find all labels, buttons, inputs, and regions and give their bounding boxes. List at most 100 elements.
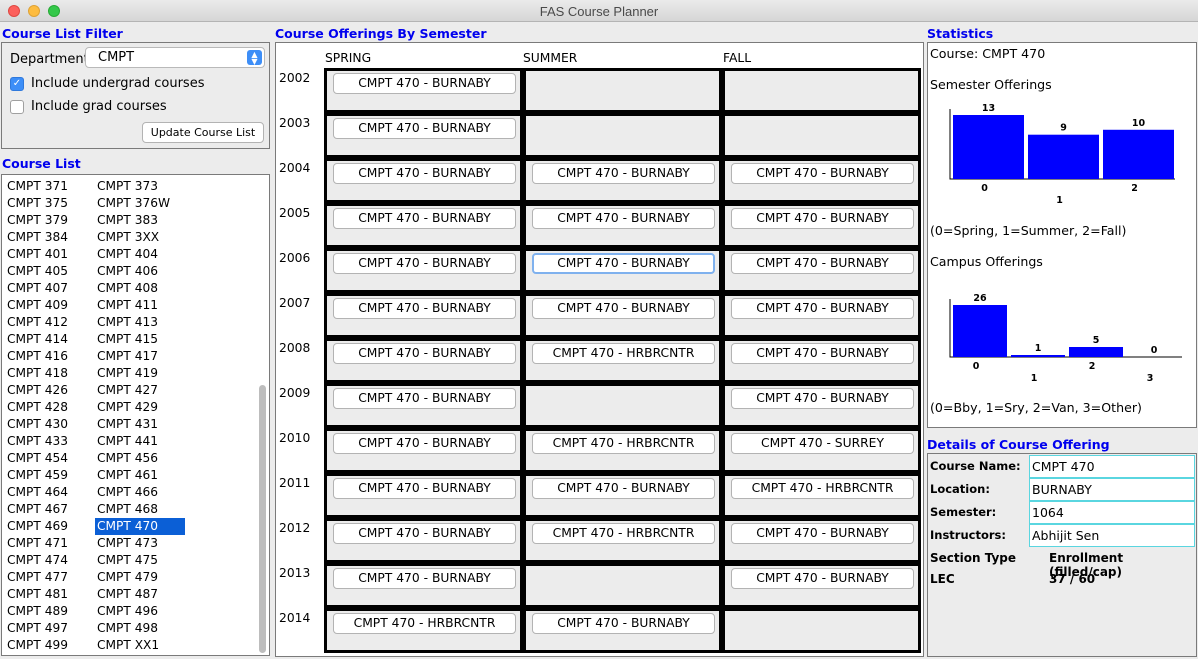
course-list-item[interactable]: CMPT 461 <box>95 467 185 484</box>
course-list-item[interactable]: CMPT 416 <box>5 348 95 365</box>
course-list-item[interactable]: CMPT 466 <box>95 484 185 501</box>
course-list-item[interactable]: CMPT 418 <box>5 365 95 382</box>
offering-button[interactable]: CMPT 470 - HRBRCNTR <box>532 433 715 454</box>
course-list-item[interactable]: CMPT 430 <box>5 416 95 433</box>
course-list-item[interactable]: CMPT 459 <box>5 467 95 484</box>
course-list-item[interactable]: CMPT 405 <box>5 263 95 280</box>
course-list-item[interactable]: CMPT 431 <box>95 416 185 433</box>
course-name-field[interactable]: CMPT 470 <box>1029 455 1195 478</box>
offering-button[interactable]: CMPT 470 - BURNABY <box>333 568 516 589</box>
offering-button[interactable]: CMPT 470 - BURNABY <box>532 478 715 499</box>
course-list-item[interactable]: CMPT 419 <box>95 365 185 382</box>
offering-button[interactable]: CMPT 470 - BURNABY <box>333 253 516 274</box>
course-list-item[interactable]: CMPT 427 <box>95 382 185 399</box>
course-list-item[interactable]: CMPT 401 <box>5 246 95 263</box>
course-list-item[interactable]: CMPT 474 <box>5 552 95 569</box>
offering-button[interactable]: CMPT 470 - BURNABY <box>731 343 914 364</box>
course-list-item[interactable]: CMPT 468 <box>95 501 185 518</box>
course-list-item[interactable]: CMPT 433 <box>5 433 95 450</box>
course-list-item[interactable]: CMPT 441 <box>95 433 185 450</box>
course-list-item[interactable]: CMPT 384 <box>5 229 95 246</box>
course-list-item[interactable]: CMPT 429 <box>95 399 185 416</box>
course-list-item[interactable]: CMPT 406 <box>95 263 185 280</box>
course-list-item[interactable]: CMPT 499 <box>5 637 95 654</box>
offering-button[interactable]: CMPT 470 - BURNABY <box>731 208 914 229</box>
course-list-item[interactable]: CMPT 470 <box>95 518 185 535</box>
course-list-item[interactable]: CMPT 375 <box>5 195 95 212</box>
undergrad-checkbox[interactable]: ✓ Include undergrad courses <box>10 76 204 91</box>
offering-button[interactable]: CMPT 470 - BURNABY <box>333 478 516 499</box>
course-list-item[interactable]: CMPT 456 <box>95 450 185 467</box>
offering-button[interactable]: CMPT 470 - BURNABY <box>532 298 715 319</box>
offering-button[interactable]: CMPT 470 - BURNABY <box>532 163 715 184</box>
offering-button[interactable]: CMPT 470 - HRBRCNTR <box>532 343 715 364</box>
offering-button[interactable]: CMPT 470 - BURNABY <box>333 118 516 139</box>
course-list-item[interactable]: CMPT 473 <box>95 535 185 552</box>
course-list-item[interactable]: CMPT 371 <box>5 178 95 195</box>
department-select[interactable]: CMPT ▲ ▼ <box>85 47 265 68</box>
course-list-item[interactable]: CMPT 407 <box>5 280 95 297</box>
bar-value-label: 5 <box>1093 335 1100 346</box>
offering-button[interactable]: CMPT 470 - BURNABY <box>731 253 914 274</box>
course-list-item[interactable]: CMPT 3XX <box>95 229 185 246</box>
course-list-item[interactable]: CMPT 411 <box>95 297 185 314</box>
offering-button[interactable]: CMPT 470 - HRBRCNTR <box>333 613 516 634</box>
course-list-item[interactable]: CMPT 428 <box>5 399 95 416</box>
course-list-item[interactable]: CMPT 467 <box>5 501 95 518</box>
offering-button[interactable]: CMPT 470 - BURNABY <box>532 613 715 634</box>
course-list-item[interactable]: CMPT 498 <box>95 620 185 637</box>
semester-field[interactable]: 1064 <box>1029 501 1195 524</box>
course-list-item[interactable]: CMPT 383 <box>95 212 185 229</box>
course-list-item[interactable]: CMPT 373 <box>95 178 185 195</box>
offering-button[interactable]: CMPT 470 - BURNABY <box>731 298 914 319</box>
course-list-item[interactable]: CMPT 477 <box>5 569 95 586</box>
course-list-item[interactable]: CMPT 454 <box>5 450 95 467</box>
course-list-item[interactable]: CMPT XX1 <box>95 637 185 654</box>
offering-button[interactable]: CMPT 470 - BURNABY <box>333 388 516 409</box>
offering-button[interactable]: CMPT 470 - HRBRCNTR <box>731 478 914 499</box>
course-list-item[interactable]: CMPT 469 <box>5 518 95 535</box>
offering-button[interactable]: CMPT 470 - BURNABY <box>333 73 516 94</box>
course-list-item[interactable]: CMPT 471 <box>5 535 95 552</box>
offering-button[interactable]: CMPT 470 - BURNABY <box>333 208 516 229</box>
course-list-item[interactable]: CMPT 487 <box>95 586 185 603</box>
course-list-item[interactable]: CMPT 496 <box>95 603 185 620</box>
course-list-item[interactable]: CMPT 414 <box>5 331 95 348</box>
offering-button[interactable]: CMPT 470 - HRBRCNTR <box>532 523 715 544</box>
course-list-item[interactable]: CMPT 404 <box>95 246 185 263</box>
offering-button[interactable]: CMPT 470 - BURNABY <box>333 523 516 544</box>
offering-button[interactable]: CMPT 470 - BURNABY <box>731 523 914 544</box>
course-list-item[interactable]: CMPT 376W <box>95 195 185 212</box>
course-list-item[interactable]: CMPT 379 <box>5 212 95 229</box>
course-list-item[interactable]: CMPT 475 <box>95 552 185 569</box>
course-list-item[interactable]: CMPT 489 <box>5 603 95 620</box>
course-list-item[interactable]: CMPT 426 <box>5 382 95 399</box>
update-course-list-button[interactable]: Update Course List <box>142 122 264 143</box>
offering-button[interactable]: CMPT 470 - SURREY <box>731 433 914 454</box>
course-list-item[interactable]: CMPT 417 <box>95 348 185 365</box>
offering-button[interactable]: CMPT 470 - BURNABY <box>532 208 715 229</box>
offering-button[interactable]: CMPT 470 - BURNABY <box>333 433 516 454</box>
offering-button[interactable]: CMPT 470 - BURNABY <box>731 163 914 184</box>
instructors-field[interactable]: Abhijit Sen <box>1029 524 1195 547</box>
course-list-item[interactable]: CMPT 415 <box>95 331 185 348</box>
location-field[interactable]: BURNABY <box>1029 478 1195 501</box>
offering-button[interactable]: CMPT 470 - BURNABY <box>333 298 516 319</box>
offering-button[interactable]: CMPT 470 - BURNABY <box>532 253 715 274</box>
offering-button[interactable]: CMPT 470 - BURNABY <box>333 343 516 364</box>
offering-button[interactable]: CMPT 470 - BURNABY <box>731 388 914 409</box>
course-list-item[interactable]: CMPT 412 <box>5 314 95 331</box>
course-list-item[interactable]: CMPT 497 <box>5 620 95 637</box>
course-list-item[interactable]: CMPT 408 <box>95 280 185 297</box>
course-list[interactable]: CMPT 371 CMPT 373 CMPT 375 CMPT 376W CMPT 37… <box>1 174 270 656</box>
course-list-item[interactable]: CMPT 464 <box>5 484 95 501</box>
offering-button[interactable]: CMPT 470 - BURNABY <box>731 568 914 589</box>
chart-bar <box>953 305 1007 357</box>
course-list-item[interactable]: CMPT 479 <box>95 569 185 586</box>
course-list-item[interactable]: CMPT 481 <box>5 586 95 603</box>
offering-button[interactable]: CMPT 470 - BURNABY <box>333 163 516 184</box>
course-list-item[interactable]: CMPT 409 <box>5 297 95 314</box>
grad-checkbox[interactable]: Include grad courses <box>10 99 167 114</box>
course-list-scrollbar[interactable] <box>259 385 266 653</box>
course-list-item[interactable]: CMPT 413 <box>95 314 185 331</box>
